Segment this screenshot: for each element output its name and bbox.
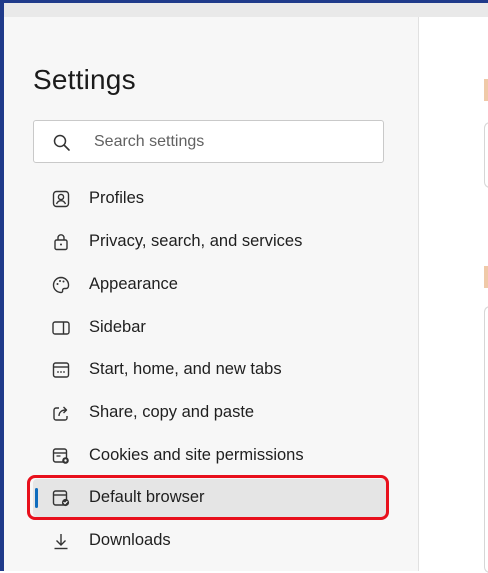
sidebar-item-label: Cookies and site permissions	[89, 446, 304, 464]
sidebar-item-label: Downloads	[89, 531, 171, 549]
lock-icon	[51, 232, 71, 252]
cookies-permissions-icon	[51, 446, 71, 466]
sidebar-item-start-home[interactable]: Start, home, and new tabs	[33, 351, 389, 389]
sidebar-item-profiles[interactable]: Profiles	[33, 180, 389, 218]
content-accent-mark	[484, 79, 488, 101]
highlight-annotation	[27, 475, 389, 520]
content-card-2	[484, 306, 488, 573]
profile-icon	[51, 189, 71, 209]
sidebar-item-label: Share, copy and paste	[89, 403, 255, 421]
start-home-icon	[51, 360, 71, 380]
sidebar-item-label: Sidebar	[89, 318, 146, 336]
sidebar-icon	[51, 318, 71, 338]
sidebar-item-share[interactable]: Share, copy and paste	[33, 394, 389, 432]
search-icon	[52, 133, 72, 153]
share-icon	[51, 403, 71, 423]
sidebar-item-label: Privacy, search, and services	[89, 232, 303, 250]
content-pane	[419, 17, 488, 571]
page-title: Settings	[33, 64, 136, 95]
sidebar-item-appearance[interactable]: Appearance	[33, 266, 389, 304]
content-accent-mark-2	[484, 266, 488, 288]
search-placeholder: Search settings	[94, 133, 205, 150]
sidebar-item-label: Start, home, and new tabs	[89, 360, 282, 378]
sidebar-item-sidebar[interactable]: Sidebar	[33, 309, 389, 347]
download-icon	[51, 531, 71, 551]
sidebar-item-downloads[interactable]: Downloads	[33, 522, 389, 560]
content-card	[484, 122, 488, 188]
sidebar-item-cookies[interactable]: Cookies and site permissions	[33, 437, 389, 475]
sidebar-item-label: Profiles	[89, 189, 145, 207]
palette-icon	[51, 275, 71, 295]
top-strip	[4, 3, 488, 17]
search-input[interactable]: Search settings	[33, 120, 384, 163]
sidebar-item-label: Appearance	[89, 275, 178, 293]
sidebar-item-privacy[interactable]: Privacy, search, and services	[33, 223, 389, 261]
